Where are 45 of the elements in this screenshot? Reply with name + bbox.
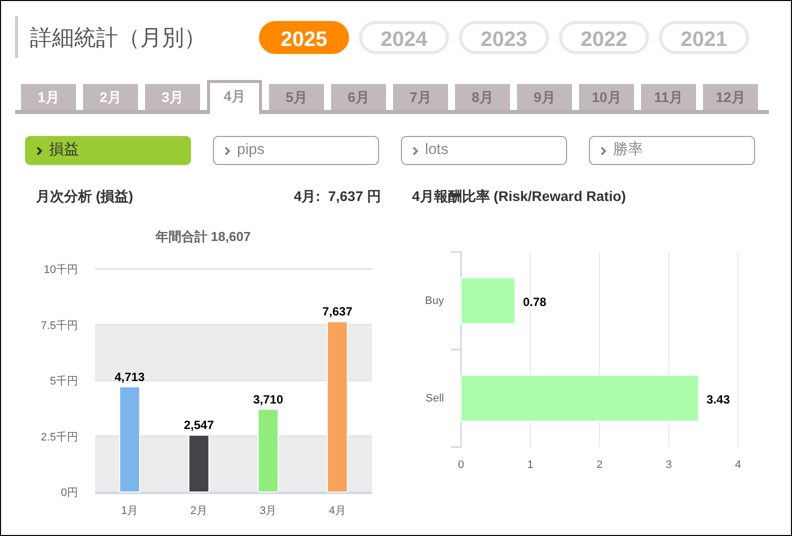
axis-label: 2 (596, 459, 603, 471)
month-tab[interactable]: 3月 (145, 84, 200, 110)
chevron-icon (412, 146, 419, 156)
bar (460, 277, 516, 324)
chevron-icon (36, 146, 43, 156)
month-tab[interactable]: 1月 (21, 84, 76, 110)
axis-label: 4 (734, 459, 742, 471)
value-label: 3,710 (253, 392, 284, 406)
axis-label: 10千円 (44, 264, 78, 276)
year-tab[interactable]: 2021 (659, 20, 749, 54)
chart-heading: 月次分析 (損益) (36, 186, 134, 206)
month-tab[interactable]: 4月 (207, 80, 262, 114)
axis-label: 5千円 (50, 376, 78, 388)
metric-button[interactable]: 損益 (25, 136, 191, 165)
chart-heading: 4月報酬比率 (Risk/Reward Ratio) (412, 186, 626, 206)
axis-label: 0 (458, 459, 464, 471)
axis-label: 4月 (328, 505, 346, 517)
axis-label: Buy (425, 294, 444, 307)
metric-button[interactable]: lots (401, 136, 567, 165)
metric-button[interactable]: 勝率 (589, 136, 755, 165)
value-label: 2,547 (184, 418, 214, 432)
axis-label: 1 (527, 459, 534, 471)
chevron-icon (224, 146, 231, 156)
axis-label: 2月 (190, 505, 208, 517)
value-label: 4,713 (114, 370, 145, 384)
bar (188, 434, 210, 492)
year-tab[interactable]: 2022 (559, 20, 649, 54)
chevron-icon (600, 146, 607, 156)
value-label: 3.43 (706, 392, 730, 406)
value-label: 7,637 (322, 304, 352, 319)
axis-label: 0円 (60, 487, 78, 499)
chart-title: 年間合計 18,607 (155, 229, 251, 244)
metric-button[interactable]: pips (213, 136, 379, 165)
axis-label: Sell (426, 392, 444, 404)
value-label: 0.78 (523, 294, 546, 309)
year-tab[interactable]: 2025 (259, 20, 349, 54)
axis-label: 3 (666, 459, 672, 471)
year-tab[interactable]: 2024 (359, 20, 449, 54)
month-total: 4月: 7,637 円 (294, 186, 381, 206)
axis-label: 2.5千円 (40, 431, 78, 444)
axis-label: 7.5千円 (40, 320, 78, 332)
month-tab[interactable]: 2月 (83, 84, 138, 110)
axis-label: 3月 (260, 505, 277, 517)
year-tab[interactable]: 2023 (459, 20, 549, 54)
axis-label: 1月 (121, 505, 138, 517)
